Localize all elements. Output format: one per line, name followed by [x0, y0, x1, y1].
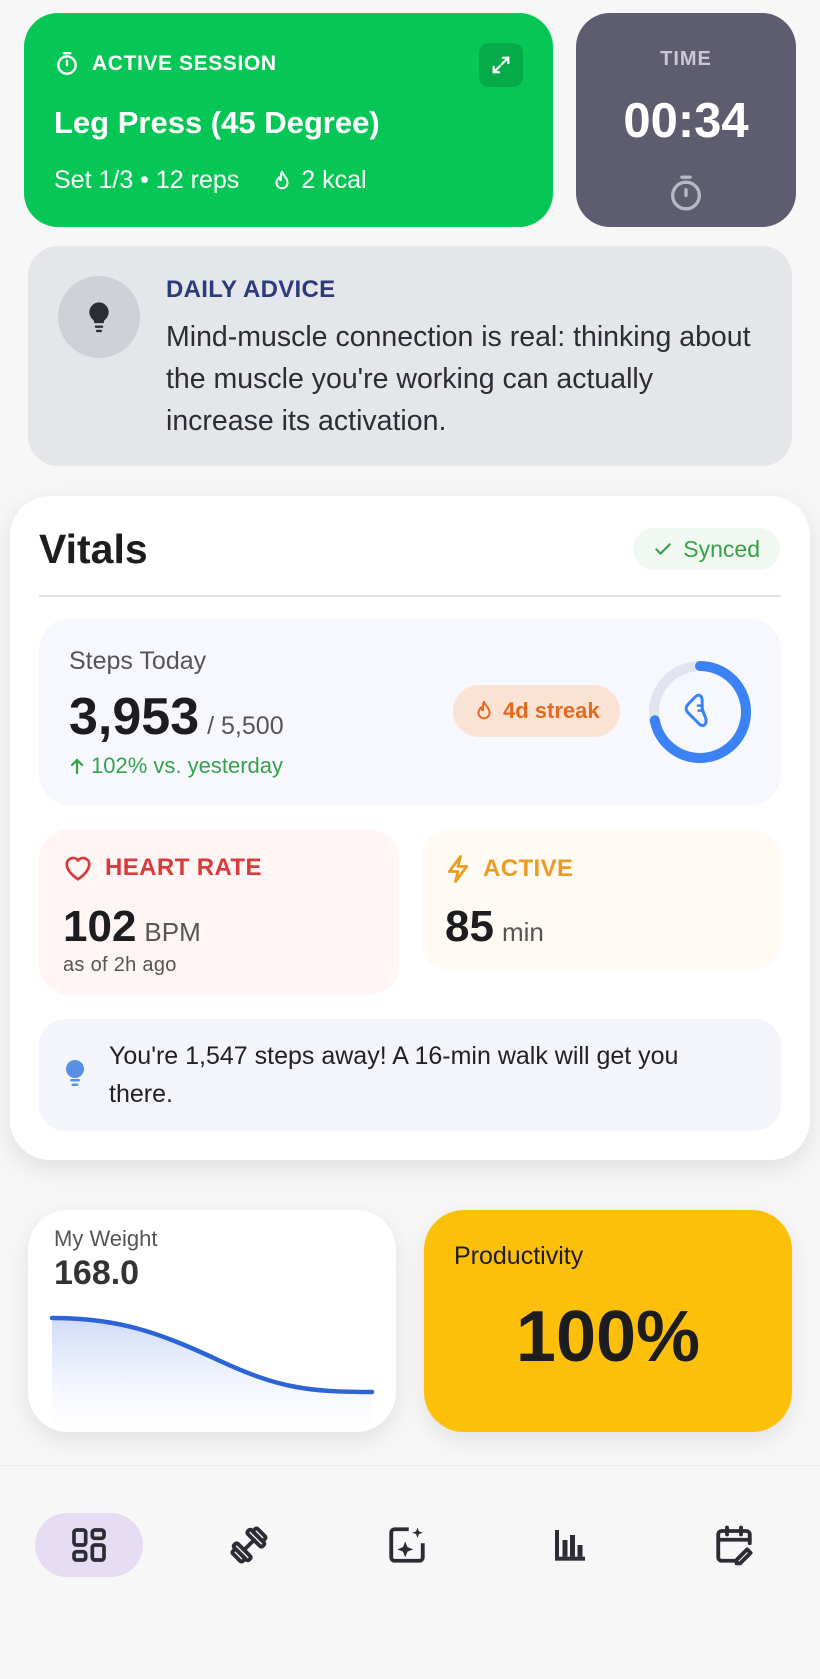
nav-workouts[interactable]	[195, 1513, 303, 1577]
session-label: ACTIVE SESSION	[92, 52, 277, 75]
bar-chart-icon	[555, 1530, 585, 1561]
divider	[39, 595, 781, 597]
steps-progress-ring	[649, 661, 751, 763]
steps-goal: / 5,500	[207, 712, 284, 740]
steps-card[interactable]: Steps Today 3,953 / 5,500 102% vs. yeste…	[39, 619, 781, 805]
weight-trend-area	[52, 1318, 372, 1432]
productivity-label: Productivity	[454, 1242, 584, 1270]
steps-tip: You're 1,547 steps away! A 16-min walk w…	[39, 1019, 781, 1131]
dumbbell-icon	[230, 1526, 268, 1564]
session-header: ACTIVE SESSION	[54, 51, 277, 77]
lightning-icon	[447, 855, 469, 883]
weight-card[interactable]: My Weight 168.0	[28, 1210, 396, 1432]
nav-calendar[interactable]	[680, 1513, 788, 1577]
nav-divider	[0, 1465, 820, 1466]
calendar-edit-icon	[716, 1525, 753, 1566]
set-info: Set 1/3 • 12 reps	[54, 166, 240, 194]
streak-badge[interactable]: 4d streak	[453, 685, 620, 737]
steps-delta-text: 102% vs. yesterday	[91, 753, 283, 778]
productivity-value: 100%	[515, 1297, 701, 1377]
active-value: 85	[445, 902, 494, 951]
exercise-name: Leg Press (45 Degree)	[54, 105, 380, 140]
sync-status-text: Synced	[683, 535, 760, 562]
heart-rate-value-row: 102 BPM	[63, 902, 201, 952]
steps-label: Steps Today	[69, 647, 207, 675]
timer-icon	[671, 175, 701, 211]
nav-ai[interactable]	[353, 1513, 461, 1577]
session-meta: Set 1/3 • 12 reps 2 kcal	[54, 166, 367, 195]
nav-dashboard[interactable]	[35, 1513, 143, 1577]
steps-delta: 102% vs. yesterday	[69, 753, 283, 779]
heart-rate-card[interactable]: HEART RATE 102 BPM as of 2h ago	[39, 830, 399, 994]
stopwatch-icon	[57, 51, 77, 75]
nav-stats[interactable]	[516, 1513, 624, 1577]
active-unit: min	[501, 917, 544, 947]
flame-icon	[477, 700, 491, 720]
kcal-info: 2 kcal	[271, 166, 367, 195]
advice-text: Mind-muscle connection is real: thinking…	[166, 321, 751, 437]
active-session-card[interactable]: ACTIVE SESSION Leg Press (45 Degree) Set…	[24, 13, 553, 227]
weight-label: My Weight	[54, 1226, 158, 1251]
bottom-nav	[0, 1465, 820, 1679]
vitals-title: Vitals	[39, 526, 148, 572]
active-header: ACTIVE	[445, 854, 573, 884]
dashboard-icon	[72, 1528, 106, 1562]
expand-button[interactable]	[479, 43, 523, 87]
steps-value-row: 3,953 / 5,500	[69, 687, 284, 747]
kcal-value: 2 kcal	[301, 166, 367, 194]
heart-icon	[65, 856, 91, 881]
heart-rate-header: HEART RATE	[63, 854, 262, 882]
steps-tip-text: You're 1,547 steps away! A 16-min walk w…	[109, 1042, 679, 1108]
streak-text: 4d streak	[503, 698, 600, 723]
heart-rate-value: 102	[63, 902, 137, 951]
timer-label: TIME	[660, 48, 712, 70]
sync-status-badge[interactable]: Synced	[633, 528, 780, 570]
timer-value: 00:34	[623, 94, 749, 148]
heart-rate-unit: BPM	[144, 917, 201, 947]
productivity-card[interactable]: Productivity 100%	[424, 1210, 792, 1432]
heart-rate-label: HEART RATE	[105, 854, 262, 881]
heart-rate-timestamp: as of 2h ago	[63, 954, 177, 976]
vitals-card: Vitals Synced Steps Today 3,953 / 5,500 …	[10, 496, 810, 1160]
sparkle-image-icon	[389, 1527, 425, 1563]
active-minutes-card[interactable]: ACTIVE 85 min	[421, 830, 781, 970]
weight-value: 168.0	[54, 1254, 140, 1292]
steps-value: 3,953	[69, 688, 200, 746]
flame-icon	[275, 170, 289, 189]
advice-label: DAILY ADVICE	[166, 276, 336, 303]
arrow-up-icon	[70, 758, 84, 775]
active-value-row: 85 min	[445, 902, 544, 952]
timer-card[interactable]: TIME 00:34	[576, 13, 796, 227]
lightbulb-icon	[66, 1060, 84, 1086]
daily-advice-card: DAILY ADVICE Mind-muscle connection is r…	[28, 246, 792, 466]
active-label: ACTIVE	[483, 855, 574, 882]
lightbulb-icon	[58, 276, 140, 358]
shoe-icon	[684, 693, 708, 728]
expand-icon	[492, 56, 510, 74]
check-icon	[655, 543, 672, 555]
